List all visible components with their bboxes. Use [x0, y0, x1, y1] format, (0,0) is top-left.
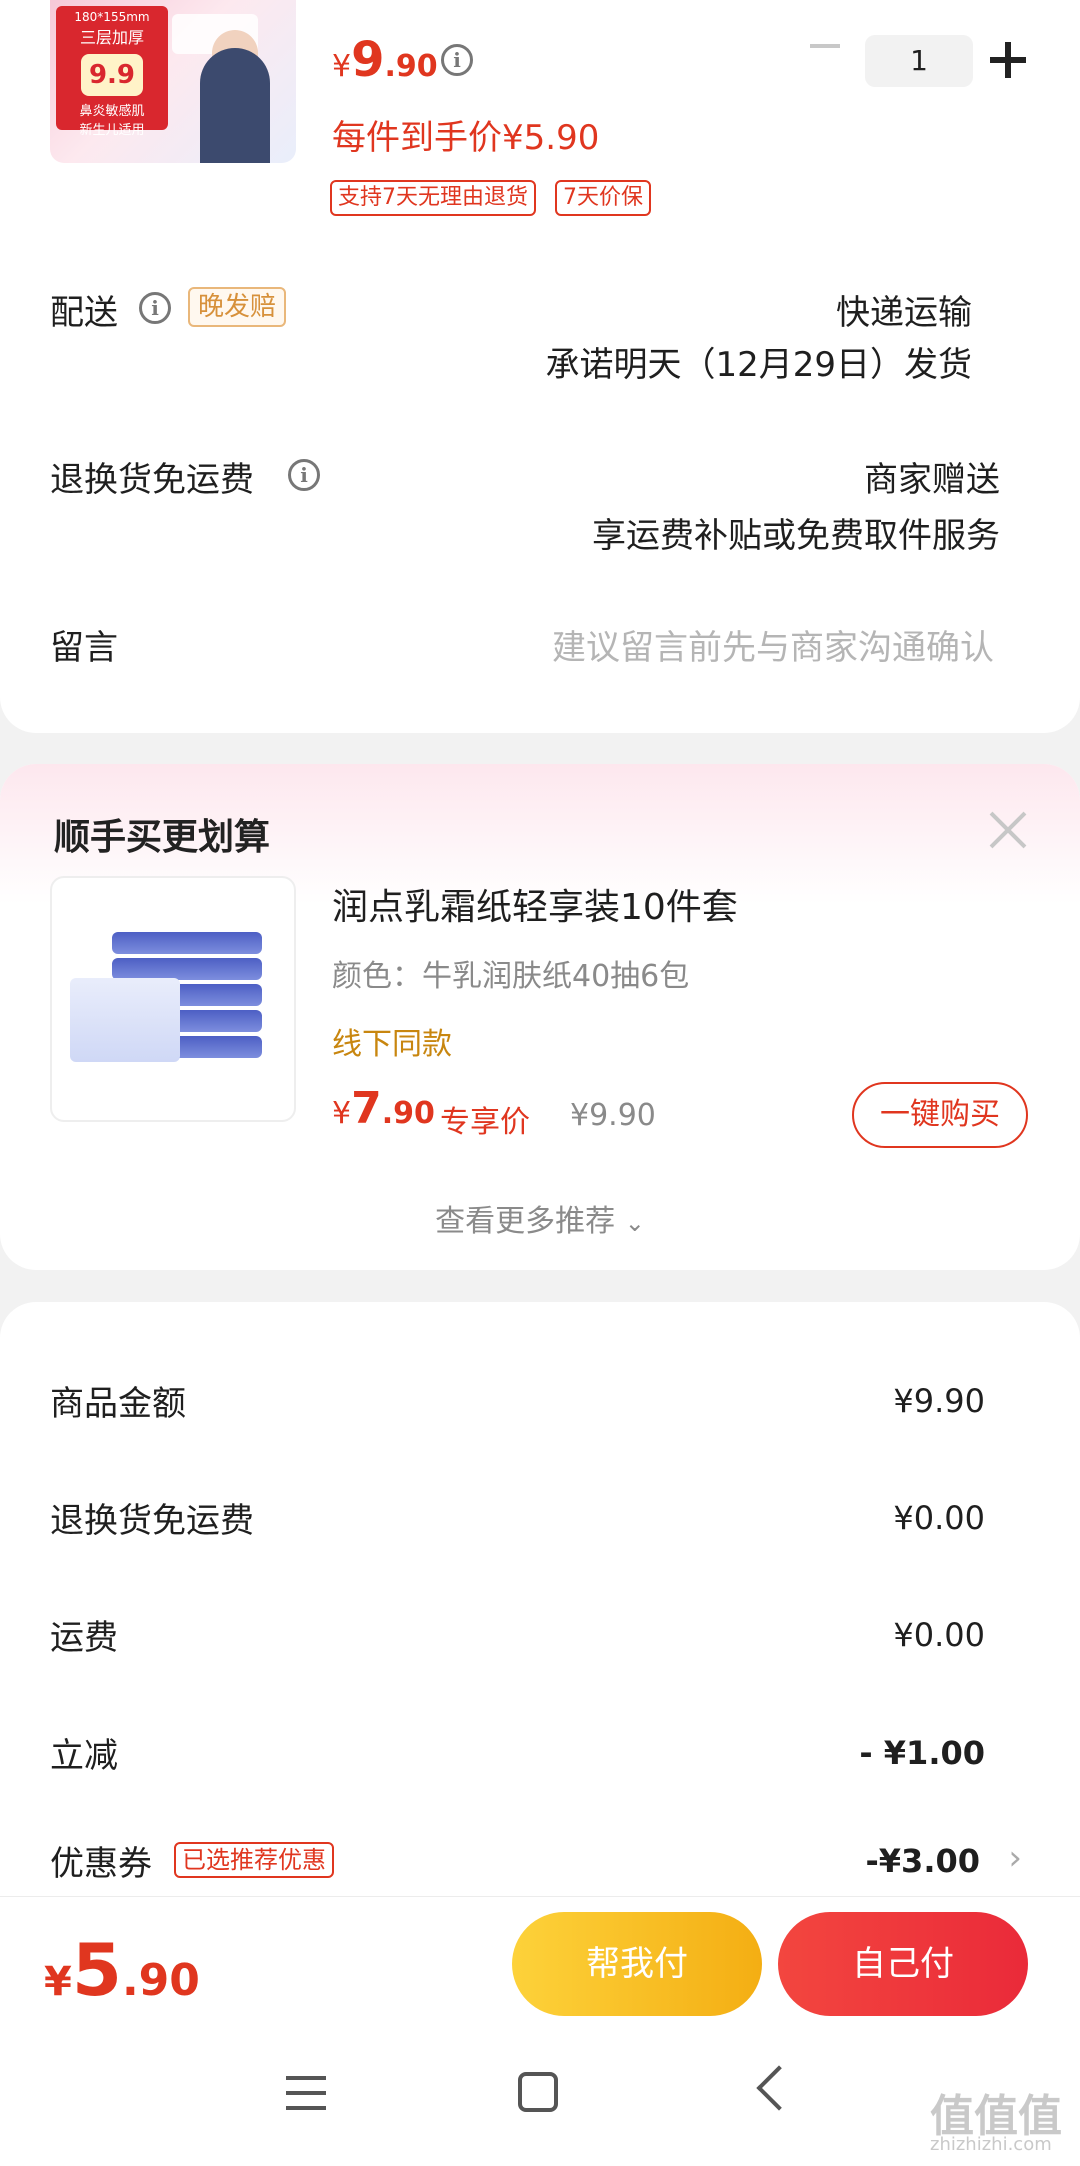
currency-symbol: ¥ [332, 1096, 352, 1131]
delivery-promise: 承诺明天（12月29日）发货 [545, 345, 972, 385]
price-integer: 5 [71, 1928, 122, 2012]
watermark-url: zhizhizhi.com [930, 2134, 1052, 2155]
chevron-right-icon[interactable]: › [1008, 1838, 1022, 1878]
quantity-decrease-button[interactable] [810, 44, 840, 48]
price-integer: 9 [351, 32, 385, 88]
recommend-title: 顺手买更划算 [54, 817, 271, 858]
summary-value-coupon[interactable]: -¥3.00 [866, 1842, 981, 1880]
delivery-method[interactable]: 快递运输 [836, 285, 972, 334]
chevron-down-icon: ⌄ [624, 1209, 645, 1237]
summary-label-shipping: 运费 [50, 1618, 118, 1658]
help-pay-button[interactable]: 帮我付 [512, 1912, 762, 2016]
more-recommendations-label: 查看更多推荐 [435, 1204, 616, 1239]
summary-label-discount: 立减 [50, 1736, 118, 1776]
sticker-note-2: 新生儿适用 [79, 123, 145, 138]
sticker-price: 9.9 [81, 54, 143, 96]
price-info-icon[interactable]: i [441, 44, 473, 76]
recommend-item-thumbnail[interactable] [50, 876, 296, 1122]
message-label: 留言 [50, 628, 118, 668]
total-price: ¥5.90 [44, 1928, 200, 2012]
message-input[interactable]: 建议留言前先与商家沟通确认 [552, 620, 994, 669]
menu-icon[interactable] [286, 2076, 326, 2110]
summary-label-coupon: 优惠券 [50, 1844, 152, 1884]
unit-price-text: 每件到手价¥5.90 [332, 118, 600, 158]
return-shipping-label: 退换货免运费 [50, 460, 254, 500]
pack-image [112, 958, 262, 980]
price-decimal: .90 [121, 1955, 200, 2006]
product-thumbnail[interactable]: 180*155mm 三层加厚 9.9 鼻炎敏感肌 新生儿适用 [50, 0, 296, 163]
home-icon[interactable] [518, 2072, 558, 2112]
summary-value-discount: - ¥1.00 [859, 1734, 985, 1772]
self-pay-button[interactable]: 自己付 [778, 1912, 1028, 2016]
close-icon[interactable] [988, 810, 1028, 850]
late-compensation-badge: 晚发赔 [188, 287, 287, 327]
model-image [200, 48, 270, 163]
return-shipping-value: 商家赠送 [864, 460, 1000, 500]
recommend-item-offline-tag: 线下同款 [332, 1027, 452, 1062]
currency-symbol: ¥ [332, 49, 352, 84]
one-click-buy-button[interactable]: 一键购买 [852, 1082, 1028, 1148]
sticker-price-value: 9.9 [88, 60, 136, 90]
delivery-info-icon[interactable]: i [139, 292, 171, 324]
summary-label-goods: 商品金额 [50, 1384, 186, 1424]
sticker-size-text: 180*155mm [74, 10, 150, 24]
more-recommendations-link[interactable]: 查看更多推荐 ⌄ [0, 1196, 1080, 1240]
coupon-recommended-badge: 已选推荐优惠 [174, 1842, 334, 1878]
currency-symbol: ¥ [44, 1959, 72, 2005]
promo-sticker: 180*155mm 三层加厚 9.9 鼻炎敏感肌 新生儿适用 [56, 6, 168, 138]
return-shipping-desc: 享运费补贴或免费取件服务 [592, 516, 1000, 556]
recommend-item-name[interactable]: 润点乳霜纸轻享装10件套 [332, 878, 738, 930]
summary-value-goods: ¥9.90 [893, 1382, 985, 1420]
recommend-item-price: ¥7.90 [332, 1083, 435, 1134]
quantity-increase-button[interactable] [990, 42, 1026, 78]
price-protect-tag: 7天价保 [555, 180, 651, 216]
summary-value-shipping: ¥0.00 [893, 1616, 985, 1654]
price-decimal: .90 [381, 1096, 435, 1131]
sticker-note-1: 鼻炎敏感肌 [79, 104, 145, 119]
delivery-label: 配送 [50, 293, 118, 333]
recommend-item-variant: 颜色：牛乳润肤纸40抽6包 [332, 959, 690, 994]
sticker-feature-text: 三层加厚 [79, 28, 144, 47]
original-price: ¥9.90 [570, 1098, 656, 1133]
summary-label-return-shipping: 退换货免运费 [50, 1501, 254, 1541]
quantity-input[interactable]: 1 [865, 35, 973, 87]
price-decimal: .90 [384, 49, 438, 84]
return-policy-tag: 支持7天无理由退货 [330, 180, 536, 216]
return-shipping-info-icon[interactable]: i [288, 459, 320, 491]
price-integer: 7 [351, 1083, 382, 1134]
pack-front-image [70, 978, 180, 1062]
pack-image [112, 932, 262, 954]
summary-value-return-shipping: ¥0.00 [893, 1499, 985, 1537]
item-price: ¥9.90 [332, 32, 438, 88]
exclusive-price-label: 专享价 [440, 1105, 530, 1140]
